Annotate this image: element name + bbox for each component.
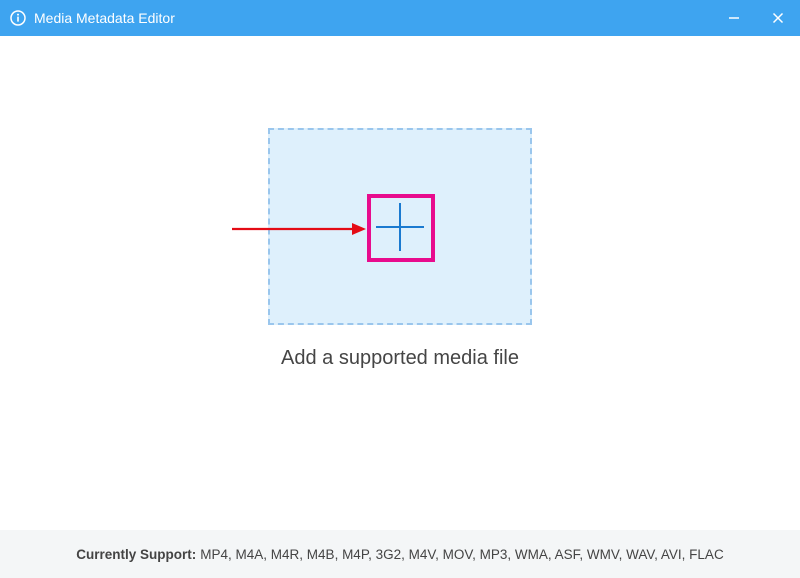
content-area: Add a supported media file xyxy=(0,36,800,530)
add-file-dropzone[interactable] xyxy=(268,128,532,325)
footer-bar: Currently Support: MP4, M4A, M4R, M4B, M… xyxy=(0,530,800,578)
add-file-prompt: Add a supported media file xyxy=(281,347,519,370)
plus-icon xyxy=(368,195,432,259)
titlebar: Media Metadata Editor xyxy=(0,0,800,36)
info-icon xyxy=(10,10,26,26)
minimize-button[interactable] xyxy=(712,0,756,36)
app-title: Media Metadata Editor xyxy=(34,10,175,26)
app-window: Media Metadata Editor xyxy=(0,0,800,578)
footer-prefix: Currently Support: xyxy=(76,547,196,562)
footer-formats: MP4, M4A, M4R, M4B, M4P, 3G2, M4V, MOV, … xyxy=(200,547,723,562)
close-button[interactable] xyxy=(756,0,800,36)
window-controls xyxy=(712,0,800,36)
